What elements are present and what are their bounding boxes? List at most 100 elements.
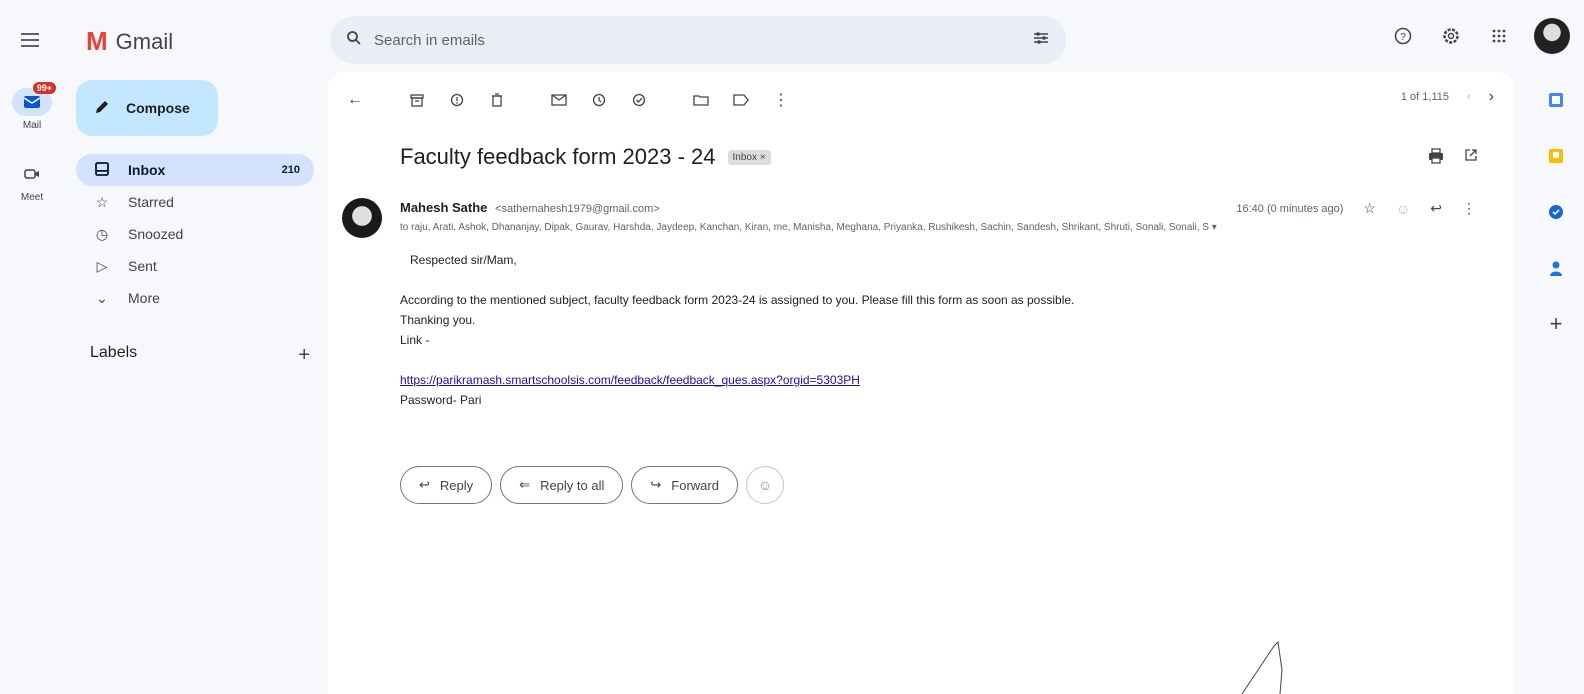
- email-toolbar: ← ⋮ 1 of 1,115 ‹ ›: [342, 88, 1494, 112]
- emoji-react-icon[interactable]: ☺: [1396, 201, 1410, 217]
- label-icon[interactable]: [728, 88, 754, 112]
- email-view: ← ⋮ 1 of 1,115 ‹ › Faculty feedback form…: [328, 72, 1514, 694]
- apps-grid-icon[interactable]: [1486, 23, 1512, 49]
- search-input[interactable]: [374, 31, 1020, 49]
- nav-item-label: Inbox: [128, 162, 166, 178]
- email-body: Respected sir/Mam, According to the ment…: [400, 250, 1074, 410]
- email-time: 16:40 (0 minutes ago): [1236, 202, 1344, 215]
- reply-button[interactable]: ↩ Reply: [400, 466, 493, 504]
- nav-item-starred[interactable]: ☆ Starred: [76, 186, 314, 218]
- search-icon[interactable]: [346, 30, 362, 51]
- tasks-icon[interactable]: [1528, 202, 1584, 222]
- nav-item-count: 210: [281, 164, 300, 176]
- chevron-down-icon: ⌄: [96, 289, 108, 306]
- rail-meet-label: Meet: [20, 192, 44, 203]
- star-icon: ☆: [95, 193, 109, 210]
- reply-all-button[interactable]: ⇐ Reply to all: [500, 466, 624, 504]
- forward-button[interactable]: ↪ Forward: [631, 466, 738, 504]
- compose-button[interactable]: Compose: [76, 80, 218, 136]
- main-menu-icon[interactable]: [18, 28, 42, 52]
- snooze-icon[interactable]: [586, 88, 612, 112]
- rail-meet[interactable]: Meet: [0, 160, 64, 203]
- pager-text: 1 of 1,115: [1400, 91, 1449, 103]
- print-icon[interactable]: [1428, 148, 1444, 169]
- reply-icon: ↩: [419, 477, 430, 492]
- drawing-stroke: [1241, 640, 1283, 694]
- more-vert-icon[interactable]: ⋮: [768, 88, 794, 112]
- email-line-2: Thanking you.: [400, 313, 476, 327]
- rail-mail-label: Mail: [22, 120, 42, 131]
- inbox-label-tag[interactable]: Inbox ×: [727, 149, 771, 165]
- mark-unread-icon[interactable]: [546, 88, 572, 112]
- nav-item-label: Sent: [128, 258, 157, 274]
- nav-item-more[interactable]: ⌄ More: [76, 282, 314, 314]
- add-label-button[interactable]: +: [298, 344, 310, 367]
- email-password: Password- Pari: [400, 393, 482, 407]
- help-icon[interactable]: ?: [1390, 23, 1416, 49]
- nav-list: Inbox 210 ☆ Starred ◷ Snoozed ▷ Sent ⌄ M…: [76, 154, 314, 314]
- email-subject-row: Faculty feedback form 2023 - 24 Inbox ×: [400, 144, 771, 170]
- add-addon-icon[interactable]: +: [1528, 311, 1584, 336]
- chevron-left-icon[interactable]: ‹: [1467, 91, 1471, 103]
- mail-icon: 99+: [12, 82, 56, 116]
- recipients-text: to raju, Arati, Ashok, Dhananjay, Dipak,…: [400, 222, 1209, 233]
- nav-panel: M Gmail Compose Inbox 210 ☆ Starred ◷ Sn…: [64, 0, 326, 694]
- left-rail: 99+ Mail Meet: [0, 0, 64, 694]
- right-side-rail: +: [1528, 72, 1584, 694]
- inbox-icon: [94, 161, 110, 179]
- nav-item-sent[interactable]: ▷ Sent: [76, 250, 314, 282]
- search-bar: [330, 16, 1066, 64]
- caret-down-icon[interactable]: ▾: [1212, 222, 1217, 233]
- video-icon: [12, 160, 52, 188]
- clock-icon: ◷: [95, 225, 109, 242]
- reply-actions: ↩ Reply ⇐ Reply to all ↪ Forward ☺: [400, 466, 784, 504]
- svg-text:?: ?: [1400, 32, 1406, 43]
- email-greeting: Respected sir/Mam,: [410, 253, 517, 267]
- email-meta: 16:40 (0 minutes ago) ☆ ☺ ↩ ⋮: [1236, 200, 1476, 217]
- gmail-logo-icon: M: [86, 26, 108, 56]
- delete-icon[interactable]: [484, 88, 510, 112]
- back-arrow-icon[interactable]: ←: [342, 88, 368, 112]
- mail-badge: 99+: [32, 82, 56, 94]
- gmail-logo-text: Gmail: [115, 28, 174, 54]
- nav-item-inbox[interactable]: Inbox 210: [76, 154, 314, 186]
- email-line-1: According to the mentioned subject, facu…: [400, 293, 1075, 307]
- account-avatar[interactable]: [1534, 18, 1570, 54]
- chevron-right-icon[interactable]: ›: [1489, 88, 1494, 106]
- reply-label: Reply: [439, 477, 474, 493]
- contacts-icon[interactable]: [1528, 258, 1584, 278]
- compose-label: Compose: [126, 100, 190, 116]
- nav-item-label: Snoozed: [128, 226, 184, 242]
- sender-avatar[interactable]: [342, 198, 382, 238]
- search-options-icon[interactable]: [1032, 30, 1050, 51]
- keep-icon[interactable]: [1528, 146, 1584, 166]
- reply-icon[interactable]: ↩: [1430, 200, 1442, 217]
- calendar-icon[interactable]: [1528, 90, 1584, 110]
- report-spam-icon[interactable]: [444, 88, 470, 112]
- reply-all-icon: ⇐: [519, 477, 531, 492]
- gmail-logo[interactable]: M Gmail: [86, 26, 173, 57]
- send-icon: ▷: [96, 257, 108, 274]
- sender-name[interactable]: Mahesh Sathe: [400, 200, 487, 215]
- pencil-icon: [94, 99, 110, 118]
- add-task-icon[interactable]: [626, 88, 652, 112]
- emoji-icon: ☺: [757, 477, 773, 493]
- email-subject: Faculty feedback form 2023 - 24: [400, 144, 716, 169]
- feedback-link[interactable]: https://parikramash.smartschoolsis.com/f…: [400, 373, 860, 387]
- archive-icon[interactable]: [404, 88, 430, 112]
- nav-item-snoozed[interactable]: ◷ Snoozed: [76, 218, 314, 250]
- rail-mail[interactable]: 99+ Mail: [0, 82, 64, 131]
- labels-header: Labels +: [90, 344, 310, 367]
- reply-all-label: Reply to all: [540, 477, 605, 493]
- open-new-window-icon[interactable]: [1464, 148, 1478, 169]
- email-line-3: Link -: [400, 333, 430, 347]
- top-right-controls: ?: [1390, 18, 1570, 54]
- nav-item-label: More: [128, 290, 160, 306]
- nav-item-label: Starred: [128, 194, 174, 210]
- settings-icon[interactable]: [1438, 23, 1464, 49]
- star-icon[interactable]: ☆: [1363, 200, 1376, 217]
- move-to-icon[interactable]: [688, 88, 714, 112]
- more-vert-icon[interactable]: ⋮: [1462, 200, 1476, 217]
- emoji-react-button[interactable]: ☺: [745, 466, 784, 504]
- recipients-line[interactable]: to raju, Arati, Ashok, Dhananjay, Dipak,…: [400, 222, 1410, 233]
